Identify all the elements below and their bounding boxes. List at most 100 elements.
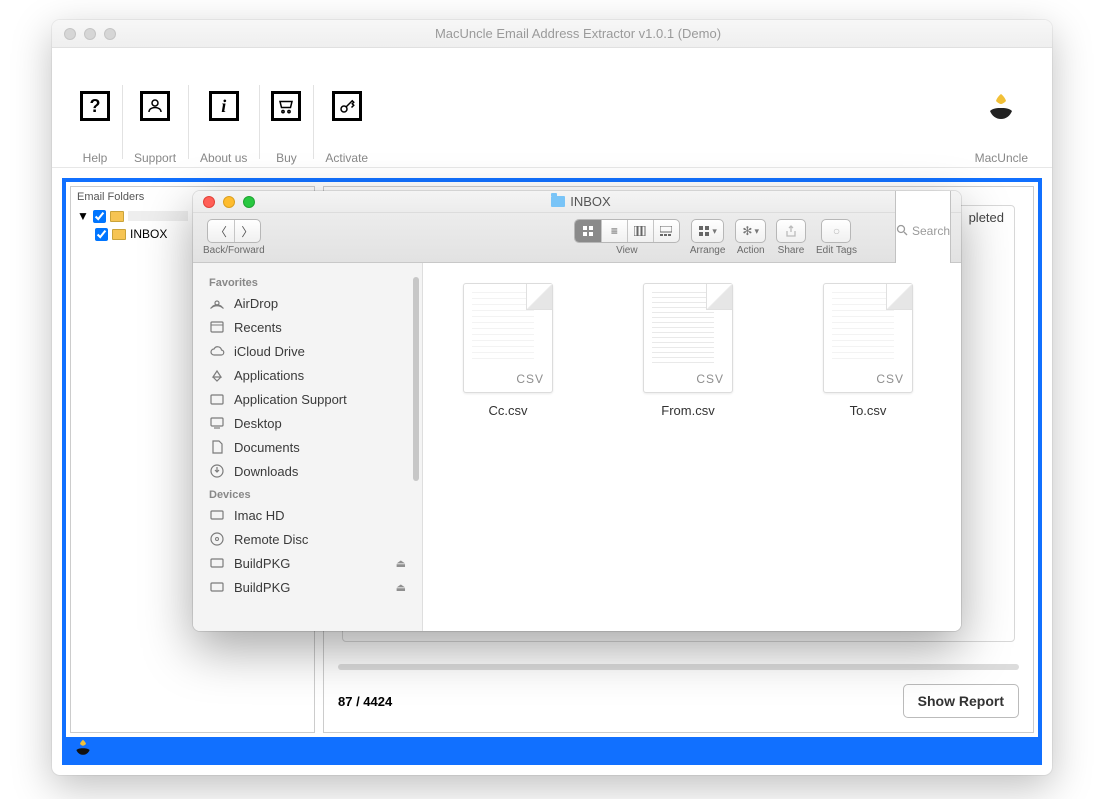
root-checkbox[interactable] (93, 210, 106, 223)
account-name-redacted (128, 211, 188, 221)
file-thumb: CSV (823, 283, 913, 393)
eject-icon[interactable]: ⏏ (396, 581, 406, 594)
inbox-checkbox[interactable] (95, 228, 108, 241)
sidebar-item-imac[interactable]: Imac HD (193, 503, 422, 527)
edit-tags-button[interactable]: ○ (821, 219, 851, 243)
sidebar-item-label: BuildPKG (234, 580, 290, 595)
view-caption: View (616, 245, 638, 256)
arrange-caption: Arrange (690, 245, 726, 256)
sidebar-item-documents[interactable]: Documents (193, 435, 422, 459)
sidebar-item-desktop[interactable]: Desktop (193, 411, 422, 435)
back-button[interactable]: 〈 (208, 220, 234, 242)
close-icon[interactable] (64, 28, 76, 40)
sidebar-item-label: AirDrop (234, 296, 278, 311)
app-titlebar: MacUncle Email Address Extractor v1.0.1 … (52, 20, 1052, 48)
help-label: Help (83, 151, 108, 165)
forward-button[interactable]: 〉 (234, 220, 260, 242)
sidebar-scrollbar[interactable] (413, 277, 419, 617)
minimize-icon[interactable] (223, 196, 235, 208)
minimize-icon[interactable] (84, 28, 96, 40)
disk-icon (209, 579, 225, 595)
search-placeholder: Search (912, 224, 950, 238)
finder-files-area[interactable]: CSV Cc.csv CSV From.csv CSV To.csv (423, 263, 961, 631)
finder-title-text: INBOX (570, 194, 610, 209)
sidebar-item-remote[interactable]: Remote Disc (193, 527, 422, 551)
file-item-to[interactable]: CSV To.csv (803, 283, 933, 418)
backforward-caption: Back/Forward (203, 245, 265, 256)
show-report-button[interactable]: Show Report (903, 684, 1019, 718)
activate-label: Activate (325, 151, 368, 165)
action-caption: Action (737, 245, 765, 256)
support-icon[interactable] (140, 91, 170, 121)
csv-tag: CSV (876, 372, 904, 386)
action-button[interactable]: ✻▾ (735, 219, 766, 243)
folder-icon (110, 211, 124, 222)
about-icon[interactable]: i (209, 91, 239, 121)
sidebar-item-icloud[interactable]: iCloud Drive (193, 339, 422, 363)
sidebar-item-label: BuildPKG (234, 556, 290, 571)
sidebar-item-label: Desktop (234, 416, 282, 431)
zoom-icon[interactable] (104, 28, 116, 40)
sidebar-item-downloads[interactable]: Downloads (193, 459, 422, 483)
share-button[interactable] (776, 219, 806, 243)
sidebar-item-recents[interactable]: Recents (193, 315, 422, 339)
disk-icon (209, 555, 225, 571)
sidebar-item-label: iCloud Drive (234, 344, 305, 359)
app-toolbar: ? Help Support i About us Buy Activate (52, 48, 1052, 168)
file-thumb: CSV (643, 283, 733, 393)
brand-footer-icon (74, 738, 92, 761)
arrange-button[interactable]: ▾ (691, 219, 724, 243)
buy-icon[interactable] (271, 91, 301, 121)
disk-icon (209, 507, 225, 523)
search-icon (896, 224, 908, 239)
file-item-cc[interactable]: CSV Cc.csv (443, 283, 573, 418)
file-thumb: CSV (463, 283, 553, 393)
list-view-button[interactable]: ≡ (601, 220, 627, 242)
sidebar-item-label: Recents (234, 320, 282, 335)
finder-title: INBOX (255, 194, 907, 209)
window-controls[interactable] (64, 28, 116, 40)
close-icon[interactable] (203, 196, 215, 208)
finder-titlebar: INBOX (193, 191, 961, 213)
help-icon[interactable]: ? (80, 91, 110, 121)
progress-counter: 87 / 4424 (338, 694, 392, 709)
completed-label: pleted (969, 210, 1004, 225)
column-view-button[interactable] (627, 220, 653, 242)
eject-icon[interactable]: ⏏ (396, 557, 406, 570)
applications-icon (209, 367, 225, 383)
airdrop-icon (209, 295, 225, 311)
disclosure-triangle-icon[interactable]: ▼ (77, 209, 89, 223)
back-forward-buttons[interactable]: 〈 〉 (207, 219, 261, 243)
sidebar-item-applications[interactable]: Applications (193, 363, 422, 387)
icon-view-button[interactable] (575, 220, 601, 242)
folder-icon (551, 196, 565, 207)
finder-window: INBOX 〈 〉 Back/Forward ≡ (193, 191, 961, 631)
buy-label: Buy (276, 151, 297, 165)
sidebar-item-label: Applications (234, 368, 304, 383)
sidebar-item-airdrop[interactable]: AirDrop (193, 291, 422, 315)
devices-header: Devices (193, 483, 422, 503)
activate-icon[interactable] (332, 91, 362, 121)
finder-window-controls[interactable] (203, 196, 255, 208)
sidebar-item-build1[interactable]: BuildPKG ⏏ (193, 551, 422, 575)
documents-icon (209, 439, 225, 455)
sidebar-item-label: Application Support (234, 392, 347, 407)
csv-tag: CSV (696, 372, 724, 386)
edittags-caption: Edit Tags (816, 245, 857, 256)
finder-toolbar: 〈 〉 Back/Forward ≡ View (193, 213, 961, 263)
recents-icon (209, 319, 225, 335)
brand-label: MacUncle (975, 151, 1028, 165)
sidebar-item-appsupport[interactable]: Application Support (193, 387, 422, 411)
favorites-header: Favorites (193, 271, 422, 291)
gallery-view-button[interactable] (653, 220, 679, 242)
folder-icon (112, 229, 126, 240)
zoom-icon[interactable] (243, 196, 255, 208)
sidebar-item-label: Imac HD (234, 508, 285, 523)
cloud-icon (209, 343, 225, 359)
file-item-from[interactable]: CSV From.csv (623, 283, 753, 418)
support-label: Support (134, 151, 176, 165)
file-label: To.csv (850, 403, 887, 418)
brand-logo-icon (986, 91, 1016, 121)
sidebar-item-build2[interactable]: BuildPKG ⏏ (193, 575, 422, 599)
view-mode-segment[interactable]: ≡ (574, 219, 680, 243)
